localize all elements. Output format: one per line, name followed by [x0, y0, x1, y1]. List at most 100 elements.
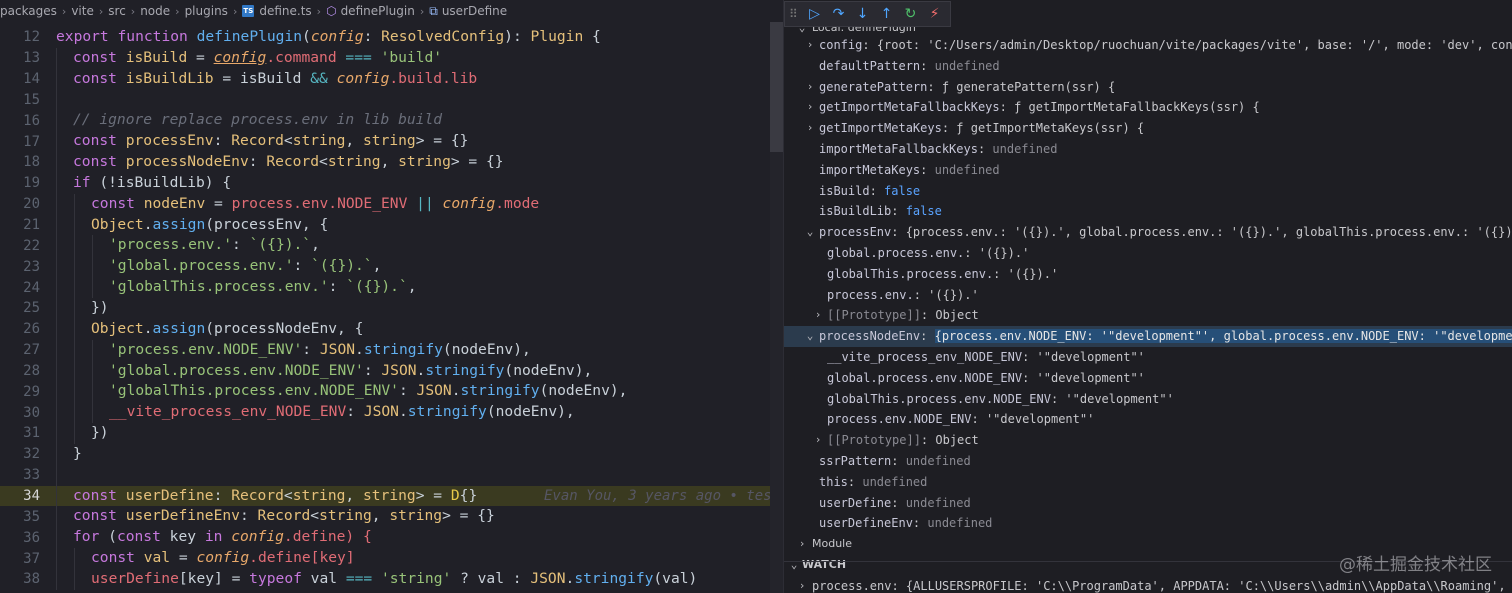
code-line[interactable]: 25 }) [0, 297, 770, 319]
chevron-right-icon: › [130, 4, 136, 18]
variable-child-row[interactable]: › [[Prototype]]: Object [784, 305, 1512, 326]
variable-row[interactable]: › getImportMetaKeys: ƒ getImportMetaKeys(… [784, 118, 1512, 139]
debug-toolbar: ⠿ ▷ ↷ ↓ ↑ ↻ ⚡ [784, 1, 951, 27]
breadcrumb-item-function[interactable]: ⬡ definePlugin [326, 4, 415, 18]
restart-icon[interactable]: ↻ [902, 6, 919, 23]
line-number: 27 [23, 342, 40, 359]
code-line[interactable]: 29 'globalThis.process.env.NODE_ENV': JS… [0, 381, 770, 403]
code-editor[interactable]: packages › vite › src › node › plugins ›… [0, 0, 783, 593]
code-line[interactable]: 28 'global.process.env.NODE_ENV': JSON.s… [0, 360, 770, 382]
code-line[interactable]: 17 const processEnv: Record<string, stri… [0, 131, 770, 153]
breadcrumb-item-plugins[interactable]: plugins [185, 4, 228, 18]
chevron-right-icon: › [316, 4, 322, 18]
code-line[interactable]: 23 'global.process.env.': `({}).`, [0, 256, 770, 278]
code-line[interactable]: 15 [0, 89, 770, 111]
line-number: 25 [23, 300, 40, 317]
breadcrumb-item-src[interactable]: src [108, 4, 126, 18]
code-line[interactable]: 30 __vite_process_env_NODE_ENV: JSON.str… [0, 402, 770, 424]
chevron-right-icon: › [798, 537, 806, 551]
breadcrumb-item-file[interactable]: TS define.ts [242, 4, 312, 18]
line-number: 22 [23, 237, 40, 254]
chevron-right-icon: › [806, 38, 814, 51]
chevron-right-icon: › [419, 4, 425, 18]
breadcrumb-item-packages[interactable]: packages [0, 4, 57, 18]
variable-child-row[interactable]: global.process.env.NODE_ENV: '"developme… [784, 368, 1512, 389]
step-out-icon[interactable]: ↑ [878, 6, 895, 23]
watch-expression-row[interactable]: › process.env: {ALLUSERSPROFILE: 'C:\\Pro… [784, 576, 1512, 593]
variable-row[interactable]: importMetaFallbackKeys: undefined [784, 139, 1512, 160]
variable-child-row[interactable]: › [[Prototype]]: Object [784, 430, 1512, 451]
variable-row[interactable]: isBuildLib: false [784, 201, 1512, 222]
code-line[interactable]: 37 const val = config.define[key] [0, 548, 770, 569]
breadcrumb-item-node[interactable]: node [140, 4, 170, 18]
code-line[interactable]: 36 for (const key in config.define) { [0, 527, 770, 549]
breadcrumb-item-vite[interactable]: vite [71, 4, 94, 18]
line-number: 34 [23, 487, 40, 504]
code-line[interactable]: 19 if (!isBuildLib) { [0, 172, 770, 194]
variable-row[interactable]: › config: {root: 'C:/Users/admin/Desktop/… [784, 35, 1512, 56]
current-execution-line[interactable]: 34 const userDefine: Record<string, stri… [0, 485, 772, 507]
variable-row[interactable]: importMetaKeys: undefined [784, 160, 1512, 181]
code-area[interactable]: 12 export function definePlugin(config: … [0, 27, 772, 590]
chevron-right-icon: › [806, 79, 814, 93]
drag-handle-icon[interactable]: ⠿ [789, 7, 799, 21]
variable-row[interactable]: userDefine: undefined [784, 493, 1512, 514]
chevron-right-icon: › [814, 308, 822, 322]
code-line[interactable]: 35 const userDefineEnv: Record<string, s… [0, 506, 770, 528]
code-line[interactable]: 27 'process.env.NODE_ENV': JSON.stringif… [0, 339, 770, 361]
breadcrumb: packages › vite › src › node › plugins ›… [0, 0, 783, 22]
code-line[interactable]: 13 const isBuild = config.command === 'b… [0, 47, 770, 69]
step-over-icon[interactable]: ↷ [830, 6, 847, 23]
line-number: 33 [23, 467, 40, 484]
code-line[interactable]: 31 }) [0, 423, 770, 444]
watermark: @稀土掘金技术社区 [1339, 555, 1492, 575]
variable-row[interactable]: ssrPattern: undefined [784, 451, 1512, 472]
variable-child-row[interactable]: process.env.NODE_ENV: '"development"' [784, 409, 1512, 430]
code-line[interactable]: 26 Object.assign(processNodeEnv, { [0, 318, 770, 340]
variable-child-row[interactable]: global.process.env.: '({}).' [784, 243, 1512, 264]
variable-child-row[interactable]: globalThis.process.env.: '({}).' [784, 264, 1512, 285]
line-number: 14 [23, 71, 40, 88]
variable-row[interactable]: userDefineEnv: undefined [784, 513, 1512, 534]
step-into-icon[interactable]: ↓ [854, 6, 871, 23]
code-line[interactable]: 21 Object.assign(processEnv, { [0, 214, 770, 236]
variable-child-row[interactable]: process.env.: '({}).' [784, 285, 1512, 306]
code-line[interactable]: 12 export function definePlugin(config: … [0, 27, 770, 48]
code-line[interactable]: 14 const isBuildLib = isBuild && config.… [0, 68, 770, 90]
code-line[interactable]: 38 userDefine[key] = typeof val === 'str… [0, 568, 770, 590]
chevron-right-icon: › [175, 4, 180, 18]
line-number: 13 [23, 50, 40, 67]
variable-row[interactable]: › getImportMetaFallbackKeys: ƒ getImportM… [784, 97, 1512, 118]
inline-breakpoint-icon[interactable]: D [451, 487, 460, 504]
line-number: 15 [23, 91, 40, 108]
line-number: 32 [23, 446, 40, 463]
line-number: 20 [23, 196, 40, 213]
breadcrumb-item-variable[interactable]: ⧉ userDefine [429, 4, 507, 19]
chevron-right-icon: › [61, 4, 67, 18]
code-line[interactable]: 32 } [0, 443, 770, 465]
variable-row-expanded[interactable]: ⌄ processEnv: {process.env.: '({}).', glo… [784, 222, 1512, 243]
chevron-right-icon: › [806, 100, 814, 114]
code-line[interactable]: 20 const nodeEnv = process.env.NODE_ENV … [0, 193, 770, 215]
variable-row[interactable]: isBuild: false [784, 181, 1512, 202]
code-line[interactable]: 24 'globalThis.process.env.': `({}).`, [0, 277, 770, 298]
variable-row[interactable]: defaultPattern: undefined [784, 56, 1512, 77]
code-line[interactable]: 33 [0, 464, 770, 486]
line-number: 37 [23, 550, 40, 567]
variable-row[interactable]: this: undefined [784, 472, 1512, 493]
code-line[interactable]: 18 const processNodeEnv: Record<string, … [0, 152, 770, 173]
line-number: 24 [23, 279, 40, 296]
code-line[interactable]: 22 'process.env.': `({}).`, [0, 235, 770, 257]
editor-scrollbar-thumb[interactable] [770, 22, 783, 152]
debug-variables-panel[interactable]: ⠿ ▷ ↷ ↓ ↑ ↻ ⚡ ⌄ Local: definePlugin › con… [783, 0, 1512, 593]
variable-child-row[interactable]: __vite_process_env_NODE_ENV: '"developme… [784, 347, 1512, 368]
chevron-down-icon: ⌄ [806, 329, 814, 343]
line-number: 17 [23, 133, 40, 150]
variable-child-row[interactable]: globalThis.process.env.NODE_ENV: '"devel… [784, 389, 1512, 410]
disconnect-icon[interactable]: ⚡ [926, 6, 943, 23]
variable-row[interactable]: › generatePattern: ƒ generatePattern(ssr)… [784, 77, 1512, 98]
variable-row-selected[interactable]: ⌄ processNodeEnv: {process.env.NODE_ENV: … [784, 326, 1512, 347]
line-number: 36 [23, 529, 40, 546]
continue-icon[interactable]: ▷ [806, 6, 823, 23]
code-line[interactable]: 16 // ignore replace process.env in lib … [0, 110, 770, 132]
